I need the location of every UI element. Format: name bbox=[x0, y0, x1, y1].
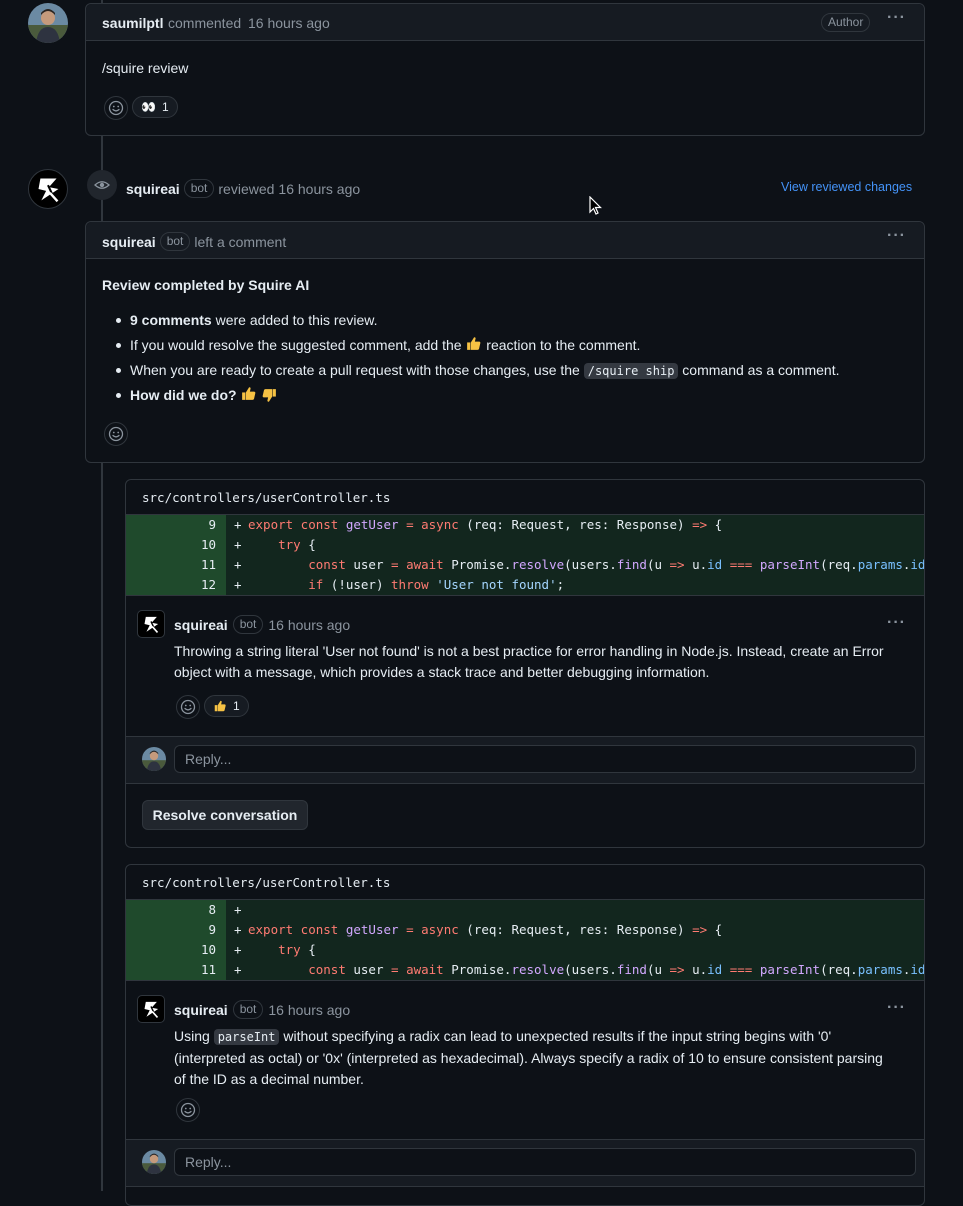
diff-line: 8 + bbox=[126, 900, 924, 920]
diff-line: 10 + try { bbox=[126, 535, 924, 555]
view-reviewed-changes-link[interactable]: View reviewed changes bbox=[781, 180, 912, 194]
diff-hunk: 9 + export const getUser = async (req: Req… bbox=[126, 515, 924, 595]
reaction-count: 1 bbox=[233, 699, 240, 713]
reply-area: Reply... bbox=[126, 736, 924, 784]
review-timestamp[interactable]: 16 hours ago bbox=[278, 181, 360, 197]
reaction-eyes[interactable]: 👀 1 bbox=[132, 96, 178, 118]
add-reaction-icon[interactable] bbox=[104, 422, 128, 446]
bot-badge: bot bbox=[159, 232, 191, 251]
file-path[interactable]: src/controllers/userController.ts bbox=[142, 490, 390, 505]
avatar-current-user bbox=[142, 747, 166, 771]
review-title: Review completed by Squire AI bbox=[102, 277, 310, 293]
diff-hunk: 8 + 9 + export const getUser = async (req: … bbox=[126, 900, 924, 980]
avatar-squireai[interactable] bbox=[28, 169, 68, 209]
reply-area: Reply... bbox=[126, 1139, 924, 1187]
diff-line: 12 + if (!user) throw 'User not found'; bbox=[126, 575, 924, 595]
file-header: src/controllers/userController.ts bbox=[126, 480, 924, 515]
comment-body: /squire review bbox=[102, 60, 189, 76]
reply-input[interactable]: Reply... bbox=[174, 745, 916, 773]
resolve-conversation-button[interactable]: Resolve conversation bbox=[142, 800, 308, 830]
review-comment-box: squireai bot left a comment ··· Review c… bbox=[85, 221, 925, 463]
add-reaction-icon[interactable] bbox=[176, 1098, 200, 1122]
inline-code: /squire ship bbox=[583, 363, 679, 379]
thread-author[interactable]: squireai bbox=[174, 1002, 228, 1018]
review-thread: src/controllers/userController.ts 8 + 9 + e… bbox=[125, 864, 925, 1206]
comment-action: commented bbox=[168, 15, 242, 31]
diff-line: 11 + const user = await Promise.resolve(u… bbox=[126, 555, 924, 575]
file-header: src/controllers/userController.ts bbox=[126, 865, 924, 900]
thumbs-up-icon bbox=[213, 699, 227, 713]
avatar-current-user bbox=[142, 1150, 166, 1174]
thread-comment-body: Throwing a string literal 'User not foun… bbox=[174, 643, 884, 680]
review-comment-author[interactable]: squireai bbox=[102, 234, 156, 250]
mouse-cursor-icon bbox=[589, 196, 602, 215]
thread-timestamp[interactable]: 16 hours ago bbox=[268, 1002, 350, 1018]
thumbs-up-icon bbox=[240, 385, 257, 402]
add-reaction-icon[interactable] bbox=[176, 695, 200, 719]
comment-timestamp[interactable]: 16 hours ago bbox=[248, 15, 330, 31]
thread-author[interactable]: squireai bbox=[174, 617, 228, 633]
reaction-thumbs-up[interactable]: 1 bbox=[204, 695, 249, 717]
review-comment-header: squireai bot left a comment ··· bbox=[86, 222, 924, 259]
diff-line: 11 + const user = await Promise.resolve(u… bbox=[126, 960, 924, 980]
avatar-saumilptl[interactable] bbox=[28, 3, 68, 43]
avatar-squireai[interactable] bbox=[137, 610, 165, 638]
comment-header: saumilptl commented 16 hours ago Author … bbox=[86, 4, 924, 41]
list-item: If you would resolve the suggested comme… bbox=[102, 333, 902, 358]
review-options-icon[interactable]: ··· bbox=[887, 227, 906, 245]
review-author[interactable]: squireai bbox=[126, 181, 180, 197]
file-path[interactable]: src/controllers/userController.ts bbox=[142, 875, 390, 890]
diff-line: 10 + try { bbox=[126, 940, 924, 960]
reaction-count: 1 bbox=[161, 100, 169, 114]
diff-line: 9 + export const getUser = async (req: Req… bbox=[126, 515, 924, 535]
comment-options-icon[interactable]: ··· bbox=[887, 9, 906, 27]
inline-code: parseInt bbox=[213, 1029, 280, 1045]
bot-badge: bot bbox=[232, 1000, 264, 1019]
list-item: 9 comments were added to this review. bbox=[102, 308, 902, 333]
review-thread: src/controllers/userController.ts 9 + expo… bbox=[125, 479, 925, 848]
review-comment-action: left a comment bbox=[194, 233, 287, 250]
list-item: When you are ready to create a pull requ… bbox=[102, 358, 902, 383]
list-item: How did we do? bbox=[102, 383, 902, 408]
thumbs-down-icon bbox=[261, 387, 278, 404]
thread-comment-header: squireai bot 16 hours ago bbox=[174, 615, 350, 634]
thread-timestamp[interactable]: 16 hours ago bbox=[268, 617, 350, 633]
add-reaction-icon[interactable] bbox=[104, 96, 128, 120]
diff-line: 9 + export const getUser = async (req: Req… bbox=[126, 920, 924, 940]
author-badge: Author bbox=[821, 13, 871, 32]
review-event-line: squireai bot reviewed 16 hours ago bbox=[126, 179, 360, 198]
review-action: reviewed bbox=[218, 180, 275, 197]
review-summary-list: 9 comments were added to this review. If… bbox=[102, 308, 902, 408]
thread-options-icon[interactable]: ··· bbox=[887, 614, 906, 632]
bot-badge: bot bbox=[183, 179, 215, 198]
reply-input[interactable]: Reply... bbox=[174, 1148, 916, 1176]
thumbs-up-icon bbox=[465, 335, 482, 352]
bot-badge: bot bbox=[232, 615, 264, 634]
thread-comment-body: Using parseInt without specifying a radi… bbox=[174, 1028, 883, 1087]
thread-options-icon[interactable]: ··· bbox=[887, 999, 906, 1017]
comment-author[interactable]: saumilptl bbox=[102, 15, 163, 31]
eye-icon bbox=[87, 170, 117, 200]
avatar-squireai[interactable] bbox=[137, 995, 165, 1023]
eyes-icon: 👀 bbox=[141, 100, 156, 114]
thread-comment-header: squireai bot 16 hours ago bbox=[174, 1000, 350, 1019]
comment-box: saumilptl commented 16 hours ago Author … bbox=[85, 3, 925, 136]
